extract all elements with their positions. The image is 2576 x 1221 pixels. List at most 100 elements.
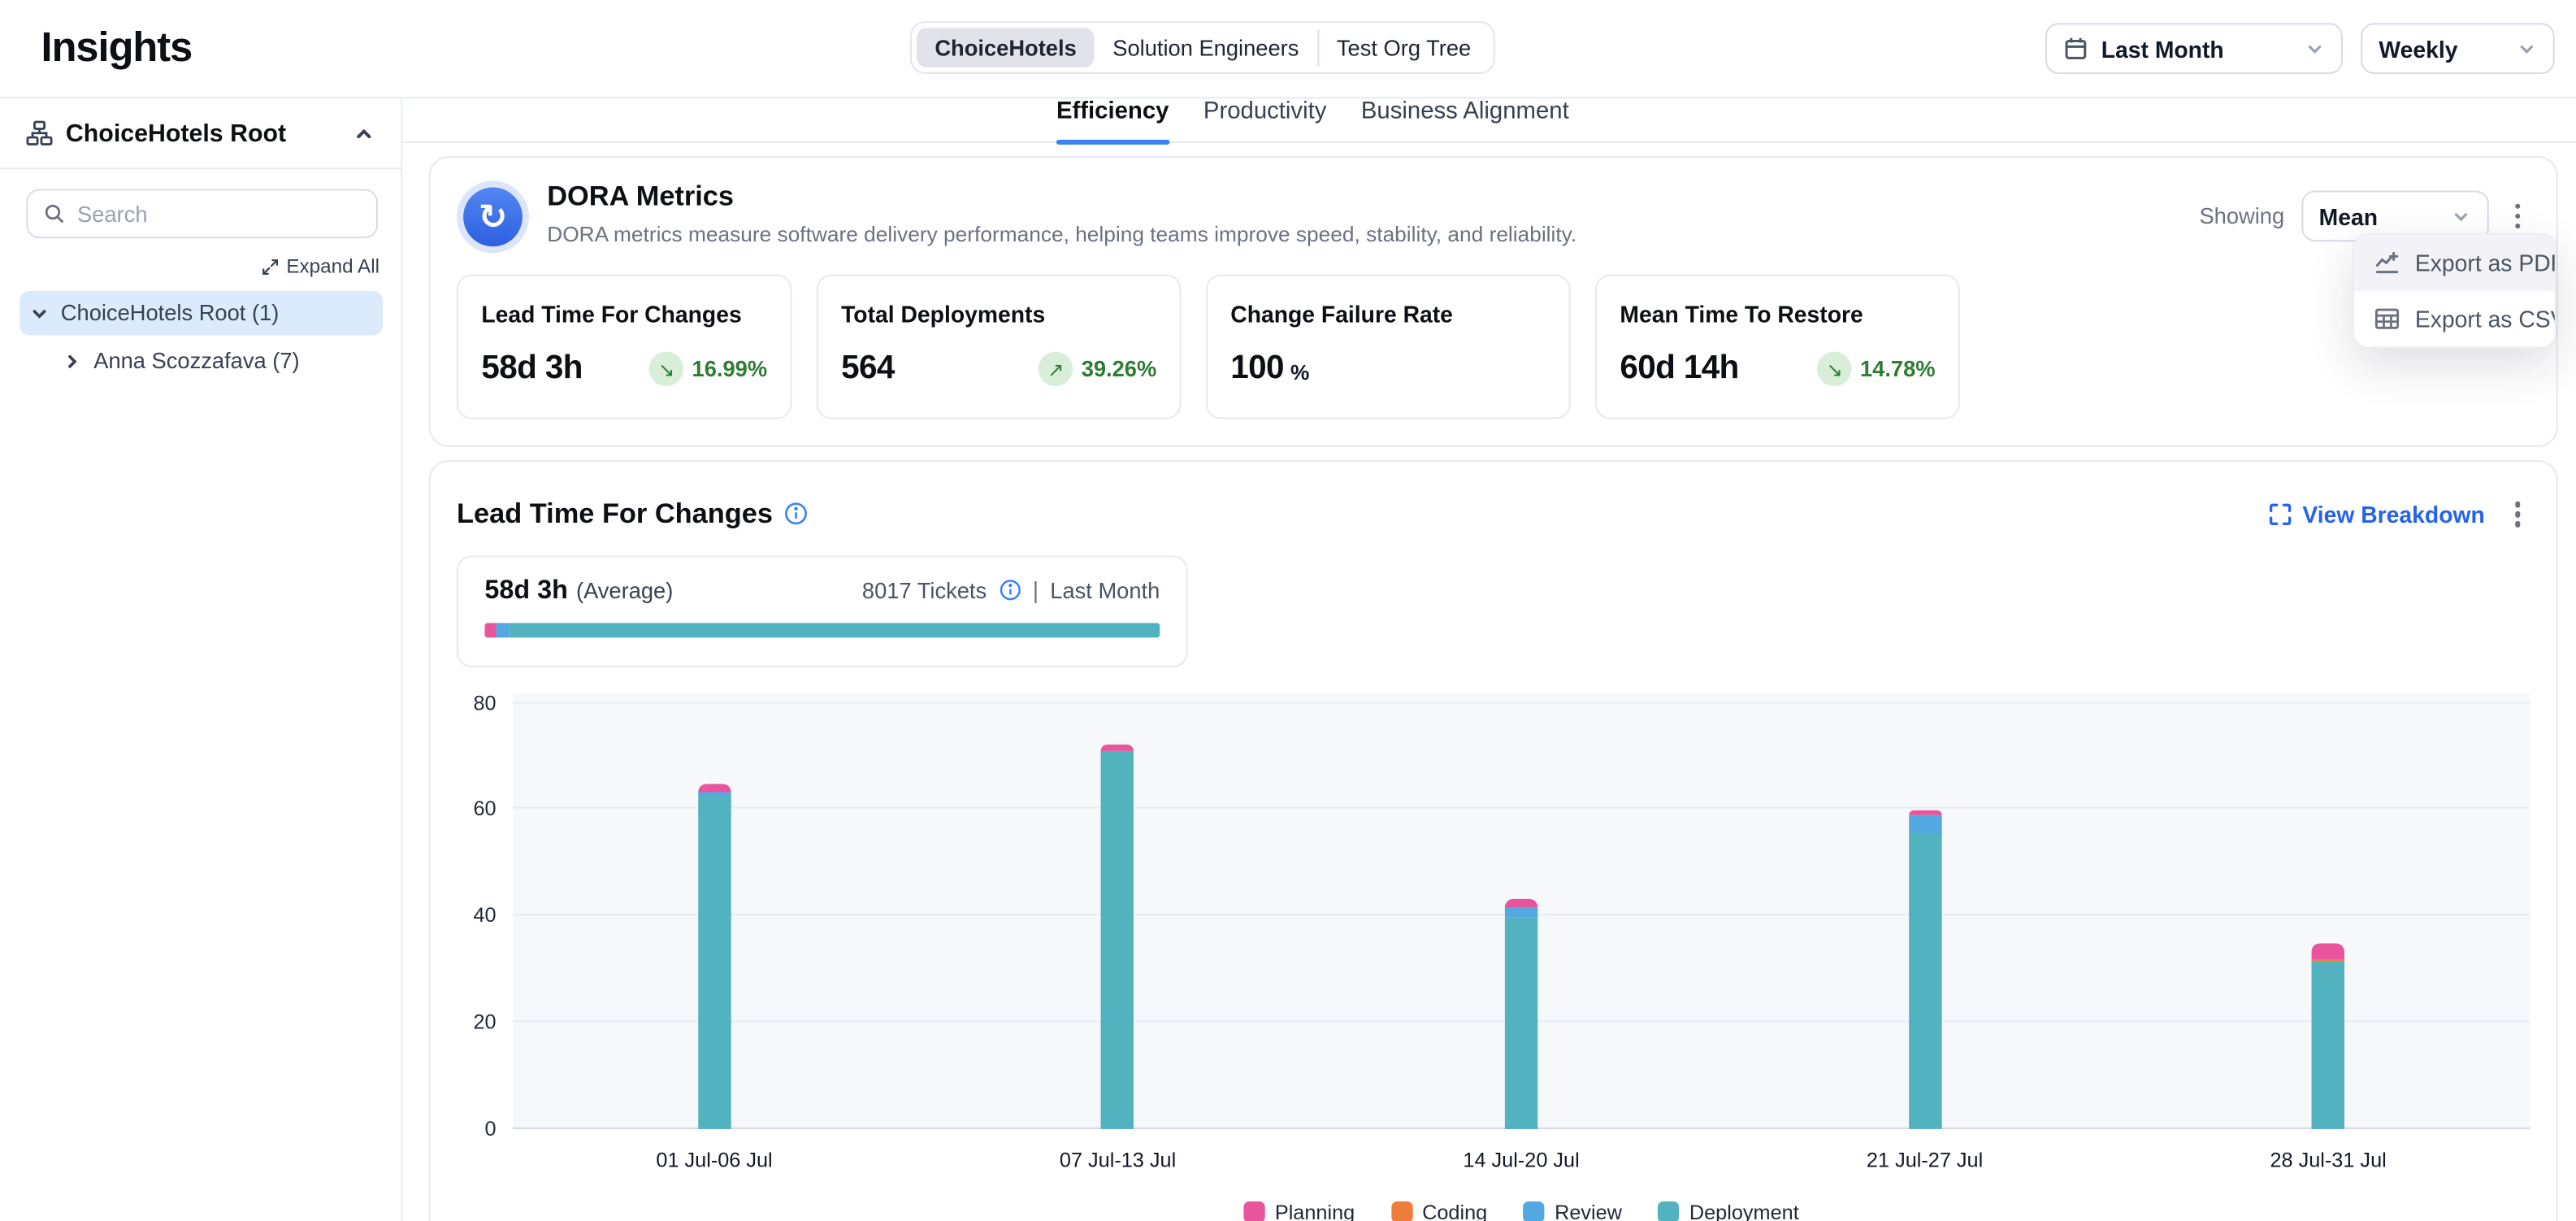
metric-value-row: 564 ↗39.26% <box>841 350 1156 388</box>
expand-all-label: Expand All <box>286 254 379 277</box>
lead-time-chart: 020406080 <box>457 693 2530 1128</box>
chevron-down-icon[interactable] <box>29 303 49 323</box>
tab-efficiency[interactable]: Efficiency <box>1056 98 1169 141</box>
dora-metrics-card: ↻ DORA Metrics DORA metrics measure soft… <box>429 156 2558 447</box>
y-axis-tick: 60 <box>473 797 496 820</box>
sidebar-collapse-button[interactable] <box>353 123 375 144</box>
metric-card-title: Change Failure Rate <box>1230 301 1546 327</box>
chevron-right-icon[interactable] <box>63 351 82 371</box>
tree-node-label: Anna Scozzafava (7) <box>93 349 299 373</box>
dora-icon-ring: ↻ <box>457 180 529 253</box>
phase-segment-review <box>497 622 510 637</box>
metric-value-row: 100% <box>1230 350 1546 388</box>
y-axis-tick: 20 <box>473 1010 496 1033</box>
metric-card: Change Failure Rate 100% <box>1206 275 1571 419</box>
menu-item-label: Export as CSV <box>2415 306 2556 332</box>
meta-separator: | <box>1033 577 1039 603</box>
metric-card: Total Deployments564↗39.26% <box>817 275 1182 419</box>
view-breakdown-label: View Breakdown <box>2302 501 2484 527</box>
lead-time-kebab-menu-button[interactable] <box>2504 495 2530 534</box>
info-icon[interactable] <box>998 579 1021 602</box>
chevron-down-icon <box>2517 39 2536 59</box>
org-tree: ChoiceHotels Root (1) Anna Scozzafava (7) <box>0 291 401 383</box>
bar-segment-deployment <box>1101 750 1134 1128</box>
chevron-down-icon <box>2450 206 2470 226</box>
dora-description: DORA metrics measure software delivery p… <box>547 222 1576 246</box>
legend-label: Review <box>1555 1201 1622 1221</box>
tab-row: Efficiency Productivity Business Alignment <box>402 98 2576 143</box>
expand-corners-icon <box>2270 502 2292 525</box>
y-axis-tick: 0 <box>484 1117 496 1140</box>
org-tab-test-org-tree[interactable]: Test Org Tree <box>1319 28 1490 67</box>
menu-item-label: Export as PDF <box>2415 250 2556 276</box>
expand-all-row: Expand All <box>0 254 379 277</box>
metric-card-value: 58d 3h <box>481 350 582 388</box>
stacked-bar[interactable] <box>698 784 731 1128</box>
stacked-bar[interactable] <box>1505 900 1537 1128</box>
metric-card-value: 564 <box>841 350 895 388</box>
main-area: Efficiency Productivity Business Alignment… <box>402 98 2576 1221</box>
bar-segment-review <box>1908 815 1941 833</box>
metric-value-row: 60d 14h↘14.78% <box>1620 350 1935 388</box>
sidebar-root-label: ChoiceHotels Root <box>66 119 286 147</box>
summary-qualifier: (Average) <box>576 578 673 602</box>
stacked-bar[interactable] <box>1101 744 1134 1128</box>
legend-swatch <box>1658 1201 1679 1221</box>
cycle-arrow-icon: ↻ <box>463 187 523 246</box>
org-tree-icon <box>26 120 52 146</box>
granularity-select-value: Weekly <box>2379 35 2457 61</box>
sidebar-header: ChoiceHotels Root <box>0 98 401 169</box>
bar-segment-deployment <box>1505 916 1537 1128</box>
table-icon <box>2374 306 2400 332</box>
legend-item-deployment: Deployment <box>1658 1201 1798 1221</box>
tree-node[interactable]: Anna Scozzafava (7) <box>53 338 383 383</box>
export-menu: Export as PDF Export as CSV <box>2353 233 2556 349</box>
lead-time-title-row: Lead Time For Changes <box>457 498 809 530</box>
search-input[interactable] <box>77 202 362 226</box>
metric-card-title: Lead Time For Changes <box>481 301 767 327</box>
lead-time-summary-card: 58d 3h (Average) 8017 Tickets | Last Mon… <box>457 554 1188 666</box>
legend-label: Deployment <box>1689 1201 1799 1221</box>
dora-title: DORA Metrics <box>547 180 1576 213</box>
search-box[interactable] <box>26 189 378 238</box>
trend-down-arrow-icon: ↘ <box>649 352 683 386</box>
menu-item-export-as-pdf[interactable]: Export as PDF <box>2354 235 2555 291</box>
granularity-select[interactable]: Weekly <box>2361 23 2555 74</box>
view-breakdown-link[interactable]: View Breakdown <box>2270 501 2485 527</box>
legend-item-planning: Planning <box>1243 1201 1355 1221</box>
dora-kebab-menu-button[interactable] <box>2504 197 2530 236</box>
org-tab-solution-engineers[interactable]: Solution Engineers <box>1095 28 1317 67</box>
tab-business-alignment[interactable]: Business Alignment <box>1361 98 1569 141</box>
summary-tickets: 8017 Tickets <box>862 578 987 602</box>
showing-select-value: Mean <box>2319 203 2378 229</box>
metric-row: Lead Time For Changes58d 3h↘16.99%Total … <box>457 275 2530 419</box>
trend-up-arrow-icon: ↗ <box>1039 352 1073 386</box>
trend-down-arrow-icon: ↘ <box>1817 352 1851 386</box>
tree-node-label: ChoiceHotels Root (1) <box>61 301 280 325</box>
legend-swatch <box>1391 1201 1412 1221</box>
period-select-value: Last Month <box>2101 35 2224 61</box>
tree-node[interactable]: ChoiceHotels Root (1) <box>20 291 383 336</box>
gridline <box>513 807 2530 809</box>
org-tab-choicehotels[interactable]: ChoiceHotels <box>917 28 1095 67</box>
showing-label: Showing <box>2199 204 2284 228</box>
metric-card-title: Mean Time To Restore <box>1620 301 1935 327</box>
period-select[interactable]: Last Month <box>2045 23 2343 74</box>
stacked-bar[interactable] <box>2312 942 2344 1128</box>
search-icon <box>43 202 66 225</box>
trend-badge: ↗39.26% <box>1039 352 1156 386</box>
trend-badge: ↘16.99% <box>649 352 767 386</box>
info-icon[interactable] <box>784 502 809 526</box>
y-axis-tick: 80 <box>473 691 496 714</box>
bar-segment-deployment <box>2312 961 2344 1128</box>
expand-all-button[interactable]: Expand All <box>262 254 379 277</box>
chevron-down-icon <box>2305 39 2324 59</box>
legend-swatch <box>1524 1201 1545 1221</box>
summary-top-row: 58d 3h (Average) 8017 Tickets | Last Mon… <box>484 576 1160 606</box>
chart-legend: PlanningCodingReviewDeployment <box>513 1201 2530 1221</box>
tab-productivity[interactable]: Productivity <box>1203 98 1327 141</box>
menu-item-export-as-csv[interactable]: Export as CSV <box>2354 291 2555 347</box>
x-axis-label: 14 Jul-20 Jul <box>1320 1148 1724 1171</box>
top-bar: Insights ChoiceHotelsSolution EngineersT… <box>0 0 2576 98</box>
stacked-bar[interactable] <box>1908 810 1941 1128</box>
